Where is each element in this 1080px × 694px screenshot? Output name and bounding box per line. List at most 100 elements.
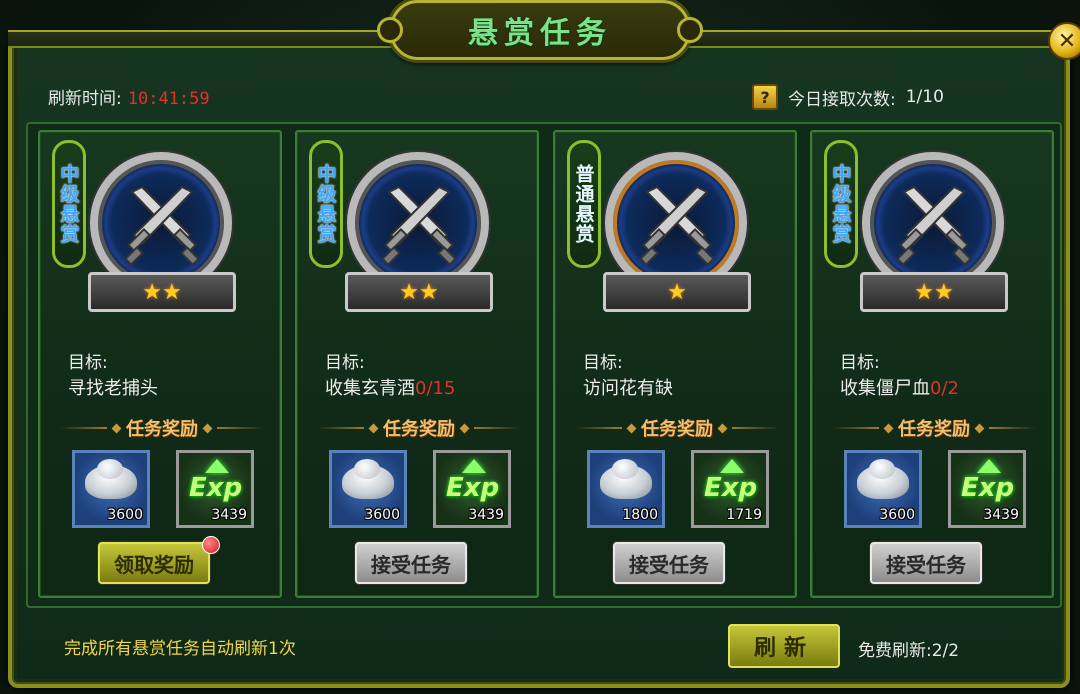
- goal-label: 目标:: [583, 353, 623, 373]
- silver-reward-item[interactable]: 3600: [329, 450, 407, 528]
- exp-icon: Exp: [189, 473, 243, 503]
- crossed-swords-icon: [381, 185, 457, 266]
- goal-label: 目标:: [325, 353, 365, 373]
- goal-text: 寻找老捕头: [68, 374, 158, 400]
- exp-quantity: 3439: [983, 507, 1019, 523]
- difficulty-stars: ★: [603, 272, 751, 312]
- bounty-card: 中级悬赏 ★★ 目标: 寻找老捕头 任务奖励 3600 Exp 3439 领取奖…: [38, 130, 282, 598]
- close-icon: ✕: [1057, 28, 1077, 54]
- star-icon: ★★: [142, 279, 182, 305]
- panel-title: 悬赏任务: [468, 16, 612, 51]
- accept-task-button[interactable]: 接受任务: [355, 542, 467, 584]
- silver-reward-item[interactable]: 3600: [844, 450, 922, 528]
- star-icon: ★★: [914, 279, 954, 305]
- daily-accept-info: ? 今日接取次数: 1/10: [752, 84, 944, 110]
- goal-label: 目标:: [840, 353, 880, 373]
- title-plate: 悬赏任务: [377, 0, 703, 60]
- exp-icon: Exp: [446, 473, 500, 503]
- difficulty-stars: ★★: [345, 272, 493, 312]
- silver-ingot-top: [97, 459, 123, 479]
- diamond-ornament-icon: [202, 423, 213, 433]
- refresh-time-info: 刷新时间: 10:41:59: [48, 84, 210, 109]
- exp-reward-item[interactable]: Exp 3439: [948, 450, 1026, 528]
- daily-accept-label: 今日接取次数:: [788, 89, 896, 110]
- up-arrow-icon: [720, 459, 744, 473]
- diamond-ornament-icon: [626, 423, 637, 433]
- difficulty-stars: ★★: [88, 272, 236, 312]
- bounty-level-text: 中级悬赏: [57, 164, 80, 244]
- close-button[interactable]: ✕: [1048, 22, 1080, 60]
- accept-task-button[interactable]: 接受任务: [613, 542, 725, 584]
- help-icon[interactable]: ?: [752, 84, 778, 110]
- silver-quantity: 3600: [364, 507, 400, 523]
- goal-description: 收集玄青酒: [325, 378, 415, 399]
- accept-task-button[interactable]: 接受任务: [870, 542, 982, 584]
- goal-progress: 0/2: [930, 378, 959, 399]
- exp-reward-item[interactable]: Exp 3439: [433, 450, 511, 528]
- diamond-ornament-icon: [883, 423, 894, 433]
- bounty-level-text: 中级悬赏: [829, 164, 852, 244]
- exp-reward-item[interactable]: Exp 3439: [176, 450, 254, 528]
- exp-quantity: 3439: [468, 507, 504, 523]
- goal-description: 寻找老捕头: [68, 378, 158, 399]
- daily-accept-count: 1/10: [905, 87, 944, 107]
- silver-quantity: 3600: [107, 507, 143, 523]
- reward-title: 任务奖励: [898, 419, 970, 440]
- goal-description: 收集僵尸血: [840, 378, 930, 399]
- diamond-ornament-icon: [717, 423, 728, 433]
- bounty-level-tag: 中级悬赏: [824, 140, 858, 268]
- reward-title: 任务奖励: [126, 419, 198, 440]
- divider-line: [60, 427, 107, 429]
- diamond-ornament-icon: [368, 423, 379, 433]
- refresh-time-label: 刷新时间:: [48, 89, 122, 109]
- silver-reward-item[interactable]: 1800: [587, 450, 665, 528]
- help-icon-glyph: ?: [760, 87, 770, 107]
- difficulty-stars: ★★: [860, 272, 1008, 312]
- divider-line: [832, 427, 879, 429]
- claim-reward-button[interactable]: 领取奖励: [98, 542, 210, 584]
- goal-description: 访问花有缺: [583, 378, 673, 399]
- divider-line: [732, 427, 779, 429]
- exp-reward-item[interactable]: Exp 1719: [691, 450, 769, 528]
- reward-title: 任务奖励: [383, 419, 455, 440]
- diamond-ornament-icon: [111, 423, 122, 433]
- star-icon: ★★: [399, 279, 439, 305]
- bounty-card: 中级悬赏 ★★ 目标: 收集僵尸血0/2 任务奖励 3600 Exp 3439 …: [810, 130, 1054, 598]
- bounty-level-text: 普通悬赏: [572, 164, 595, 244]
- divider-line: [989, 427, 1036, 429]
- silver-quantity: 3600: [879, 507, 915, 523]
- bounty-level-tag: 普通悬赏: [567, 140, 601, 268]
- refresh-time-value: 10:41:59: [127, 89, 210, 109]
- divider-line: [317, 427, 364, 429]
- goal-text: 收集玄青酒0/15: [325, 374, 455, 400]
- reward-title: 任务奖励: [641, 419, 713, 440]
- star-icon: ★: [667, 279, 687, 305]
- exp-icon: Exp: [961, 473, 1015, 503]
- goal-text: 收集僵尸血0/2: [840, 374, 959, 400]
- notification-dot: [202, 536, 220, 554]
- goal-label: 目标:: [68, 353, 108, 373]
- free-refresh-count: 免费刷新:2/2: [858, 641, 960, 661]
- title-ornament-right: [677, 17, 703, 43]
- up-arrow-icon: [205, 459, 229, 473]
- reward-header: 任务奖励: [832, 416, 1036, 440]
- goal-text: 访问花有缺: [583, 374, 673, 400]
- divider-line: [217, 427, 264, 429]
- refresh-button[interactable]: 刷新: [728, 624, 840, 668]
- crossed-swords-icon: [639, 185, 715, 266]
- silver-reward-item[interactable]: 3600: [72, 450, 150, 528]
- silver-ingot-top: [354, 459, 380, 479]
- diamond-ornament-icon: [459, 423, 470, 433]
- divider-line: [474, 427, 521, 429]
- divider-line: [575, 427, 622, 429]
- up-arrow-icon: [462, 459, 486, 473]
- auto-refresh-note: 完成所有悬赏任务自动刷新1次: [64, 639, 296, 659]
- exp-quantity: 3439: [211, 507, 247, 523]
- bounty-card: 普通悬赏 ★ 目标: 访问花有缺 任务奖励 1800 Exp 1719 接受任务: [553, 130, 797, 598]
- crossed-swords-icon: [896, 185, 972, 266]
- reward-header: 任务奖励: [60, 416, 264, 440]
- silver-quantity: 1800: [622, 507, 658, 523]
- bounty-level-tag: 中级悬赏: [52, 140, 86, 268]
- bounty-level-text: 中级悬赏: [314, 164, 337, 244]
- reward-header: 任务奖励: [575, 416, 779, 440]
